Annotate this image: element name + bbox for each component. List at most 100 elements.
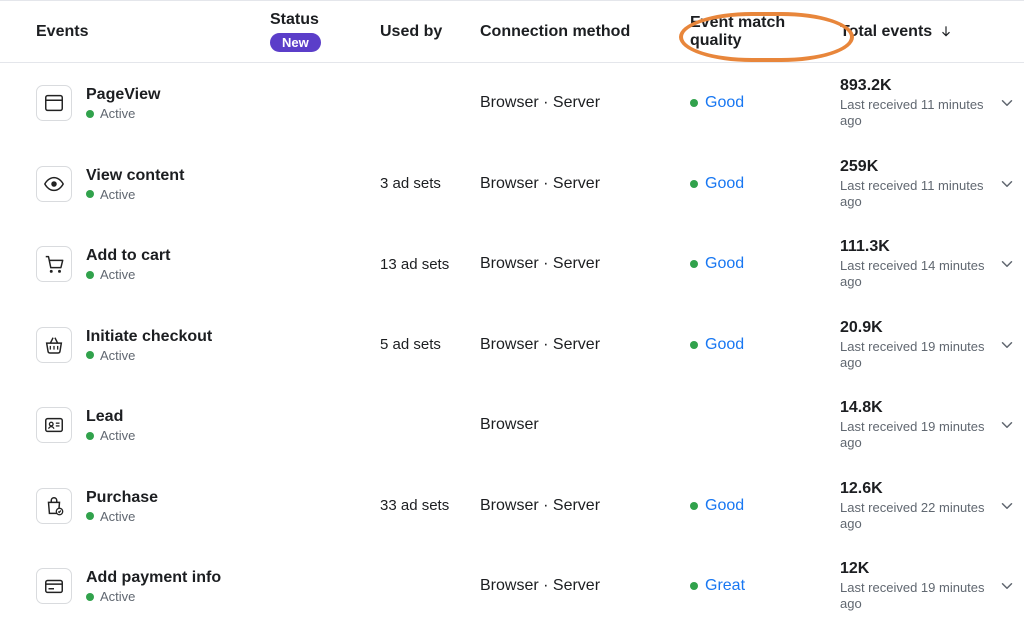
quality-dot-icon: [690, 502, 698, 510]
total-subtext: Last received 22 minutes ago: [840, 500, 990, 533]
expand-button[interactable]: [990, 416, 1024, 434]
quality-link[interactable]: Good: [705, 94, 744, 112]
col-header-usedby[interactable]: Used by: [380, 23, 480, 41]
table-header: Events Status New Used by Connection met…: [0, 0, 1024, 63]
total-subtext: Last received 14 minutes ago: [840, 258, 990, 291]
expand-button[interactable]: [990, 175, 1024, 193]
total-value: 259K: [840, 158, 990, 176]
connection-cell: Browser · Server: [480, 175, 690, 193]
total-cell: 12.6K Last received 22 minutes ago: [840, 480, 990, 533]
quality-cell[interactable]: Good: [690, 255, 840, 273]
table-row[interactable]: Add to cart Active 13 ad setsBrowser · Ser…: [0, 224, 1024, 305]
quality-cell[interactable]: Good: [690, 497, 840, 515]
total-value: 893.2K: [840, 77, 990, 95]
expand-button[interactable]: [990, 255, 1024, 273]
quality-link[interactable]: Great: [705, 577, 745, 595]
total-value: 20.9K: [840, 319, 990, 337]
chevron-down-icon: [998, 577, 1016, 595]
idcard-icon: [36, 407, 72, 443]
total-cell: 12KLast received 19 minutes ago: [840, 560, 990, 613]
event-status: Active: [86, 187, 184, 202]
table-row[interactable]: Initiate checkoutActive5 ad setsBrowser …: [0, 305, 1024, 386]
table-row[interactable]: PurchaseActive33 ad setsBrowser · Server…: [0, 466, 1024, 547]
event-name: Lead: [86, 407, 135, 426]
total-value: 12K: [840, 560, 990, 578]
col-header-quality[interactable]: Event match quality: [690, 14, 840, 50]
event-status: Active: [86, 509, 158, 524]
event-status: Active: [86, 428, 135, 443]
status-dot-icon: [86, 271, 94, 279]
event-status: Active: [86, 106, 160, 121]
connection-cell: Browser · Server: [480, 336, 690, 354]
chevron-down-icon: [998, 255, 1016, 273]
total-value: 12.6K: [840, 480, 990, 498]
quality-dot-icon: [690, 180, 698, 188]
connection-cell: Browser: [480, 416, 690, 434]
chevron-down-icon: [998, 497, 1016, 515]
table-row[interactable]: PageView Active Browser · Server Good 893.2K…: [0, 63, 1024, 144]
status-dot-icon: [86, 512, 94, 520]
quality-link[interactable]: Good: [705, 336, 744, 354]
event-name: PageView: [86, 85, 160, 104]
eye-icon: [36, 166, 72, 202]
total-cell: 111.3KLast received 14 minutes ago: [840, 238, 990, 291]
total-value: 14.8K: [840, 399, 990, 417]
total-cell: 20.9K Last received 19 minutes ago: [840, 319, 990, 372]
quality-cell[interactable]: Good: [690, 336, 840, 354]
status-text: Active: [100, 348, 135, 363]
quality-dot-icon: [690, 99, 698, 107]
col-header-status-label: Status: [270, 11, 319, 29]
total-subtext: Last received 19 minutes ago: [840, 419, 990, 452]
event-status: Active: [86, 348, 212, 363]
table-row[interactable]: View content Active 3 ad setsBrowser · Ser…: [0, 144, 1024, 225]
col-header-status[interactable]: Status New: [270, 11, 380, 52]
quality-link[interactable]: Good: [705, 255, 744, 273]
connection-cell: Browser · Server: [480, 497, 690, 515]
expand-button[interactable]: [990, 94, 1024, 112]
event-name: View content: [86, 166, 184, 185]
status-text: Active: [100, 267, 135, 282]
expand-button[interactable]: [990, 577, 1024, 595]
usedby-cell: 3 ad sets: [380, 175, 480, 192]
col-header-total[interactable]: Total events: [840, 23, 990, 41]
quality-cell[interactable]: Good: [690, 175, 840, 193]
card-icon: [36, 568, 72, 604]
quality-cell[interactable]: Good: [690, 94, 840, 112]
total-subtext: Last received 19 minutes ago: [840, 339, 990, 372]
status-dot-icon: [86, 190, 94, 198]
event-name: Add to cart: [86, 246, 170, 265]
quality-link[interactable]: Good: [705, 497, 744, 515]
connection-cell: Browser · Server: [480, 255, 690, 273]
status-text: Active: [100, 589, 135, 604]
usedby-cell: 13 ad sets: [380, 256, 480, 273]
event-name: Add payment info: [86, 568, 221, 587]
col-header-total-label: Total events: [840, 23, 932, 40]
chevron-down-icon: [998, 94, 1016, 112]
chevron-down-icon: [998, 175, 1016, 193]
cart-icon: [36, 246, 72, 282]
col-header-events[interactable]: Events: [0, 23, 270, 41]
status-new-badge: New: [270, 33, 321, 52]
status-dot-icon: [86, 432, 94, 440]
bag-icon: [36, 488, 72, 524]
status-dot-icon: [86, 110, 94, 118]
table-row[interactable]: Lead Active Browser 14.8K Last received 19 m…: [0, 385, 1024, 466]
col-header-connection[interactable]: Connection method: [480, 23, 690, 41]
event-name: Initiate checkout: [86, 327, 212, 346]
event-status: Active: [86, 267, 170, 282]
total-cell: 14.8K Last received 19 minutes ago: [840, 399, 990, 452]
quality-link[interactable]: Good: [705, 175, 744, 193]
status-text: Active: [100, 428, 135, 443]
total-cell: 893.2KLast received 11 minutes ago: [840, 77, 990, 130]
status-text: Active: [100, 509, 135, 524]
connection-cell: Browser · Server: [480, 94, 690, 112]
quality-cell[interactable]: Great: [690, 577, 840, 595]
expand-button[interactable]: [990, 497, 1024, 515]
chevron-down-icon: [998, 336, 1016, 354]
table-row[interactable]: Add payment infoActiveBrowser · ServerGr…: [0, 546, 1024, 627]
expand-button[interactable]: [990, 336, 1024, 354]
status-text: Active: [100, 106, 135, 121]
chevron-down-icon: [998, 416, 1016, 434]
total-cell: 259KLast received 11 minutes ago: [840, 158, 990, 211]
event-name: Purchase: [86, 488, 158, 507]
